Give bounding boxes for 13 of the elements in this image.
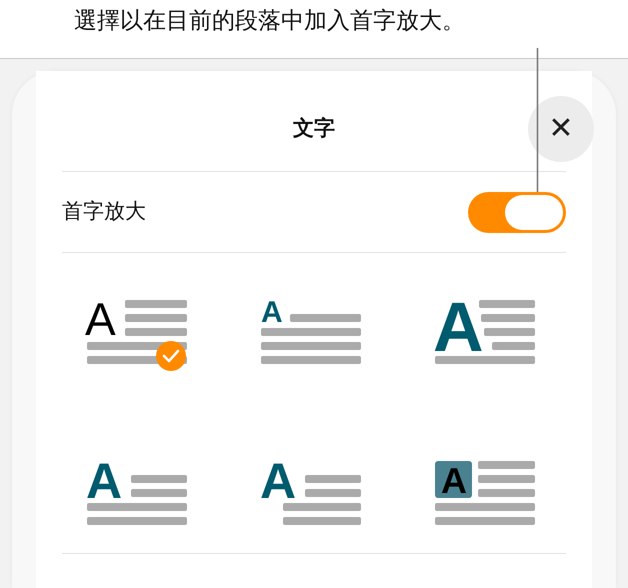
- close-button[interactable]: ✕: [528, 96, 594, 162]
- drop-cap-toggle[interactable]: [468, 192, 566, 232]
- drop-cap-style-option[interactable]: A: [435, 460, 535, 528]
- drop-cap-label: 首字放大: [62, 198, 146, 226]
- drop-cap-style-option[interactable]: A: [87, 300, 187, 367]
- drop-cap-style-option[interactable]: A: [261, 460, 361, 528]
- text-lines-icon: [435, 460, 535, 524]
- drop-cap-style-option[interactable]: A: [435, 300, 535, 367]
- callout-text: 選擇以在目前的段落中加入首字放大。: [74, 7, 465, 36]
- sheet-title: 文字: [293, 115, 335, 142]
- drop-cap-style-option[interactable]: A: [87, 460, 187, 528]
- text-lines-icon: [435, 300, 535, 364]
- drop-cap-style-option[interactable]: A: [261, 300, 361, 367]
